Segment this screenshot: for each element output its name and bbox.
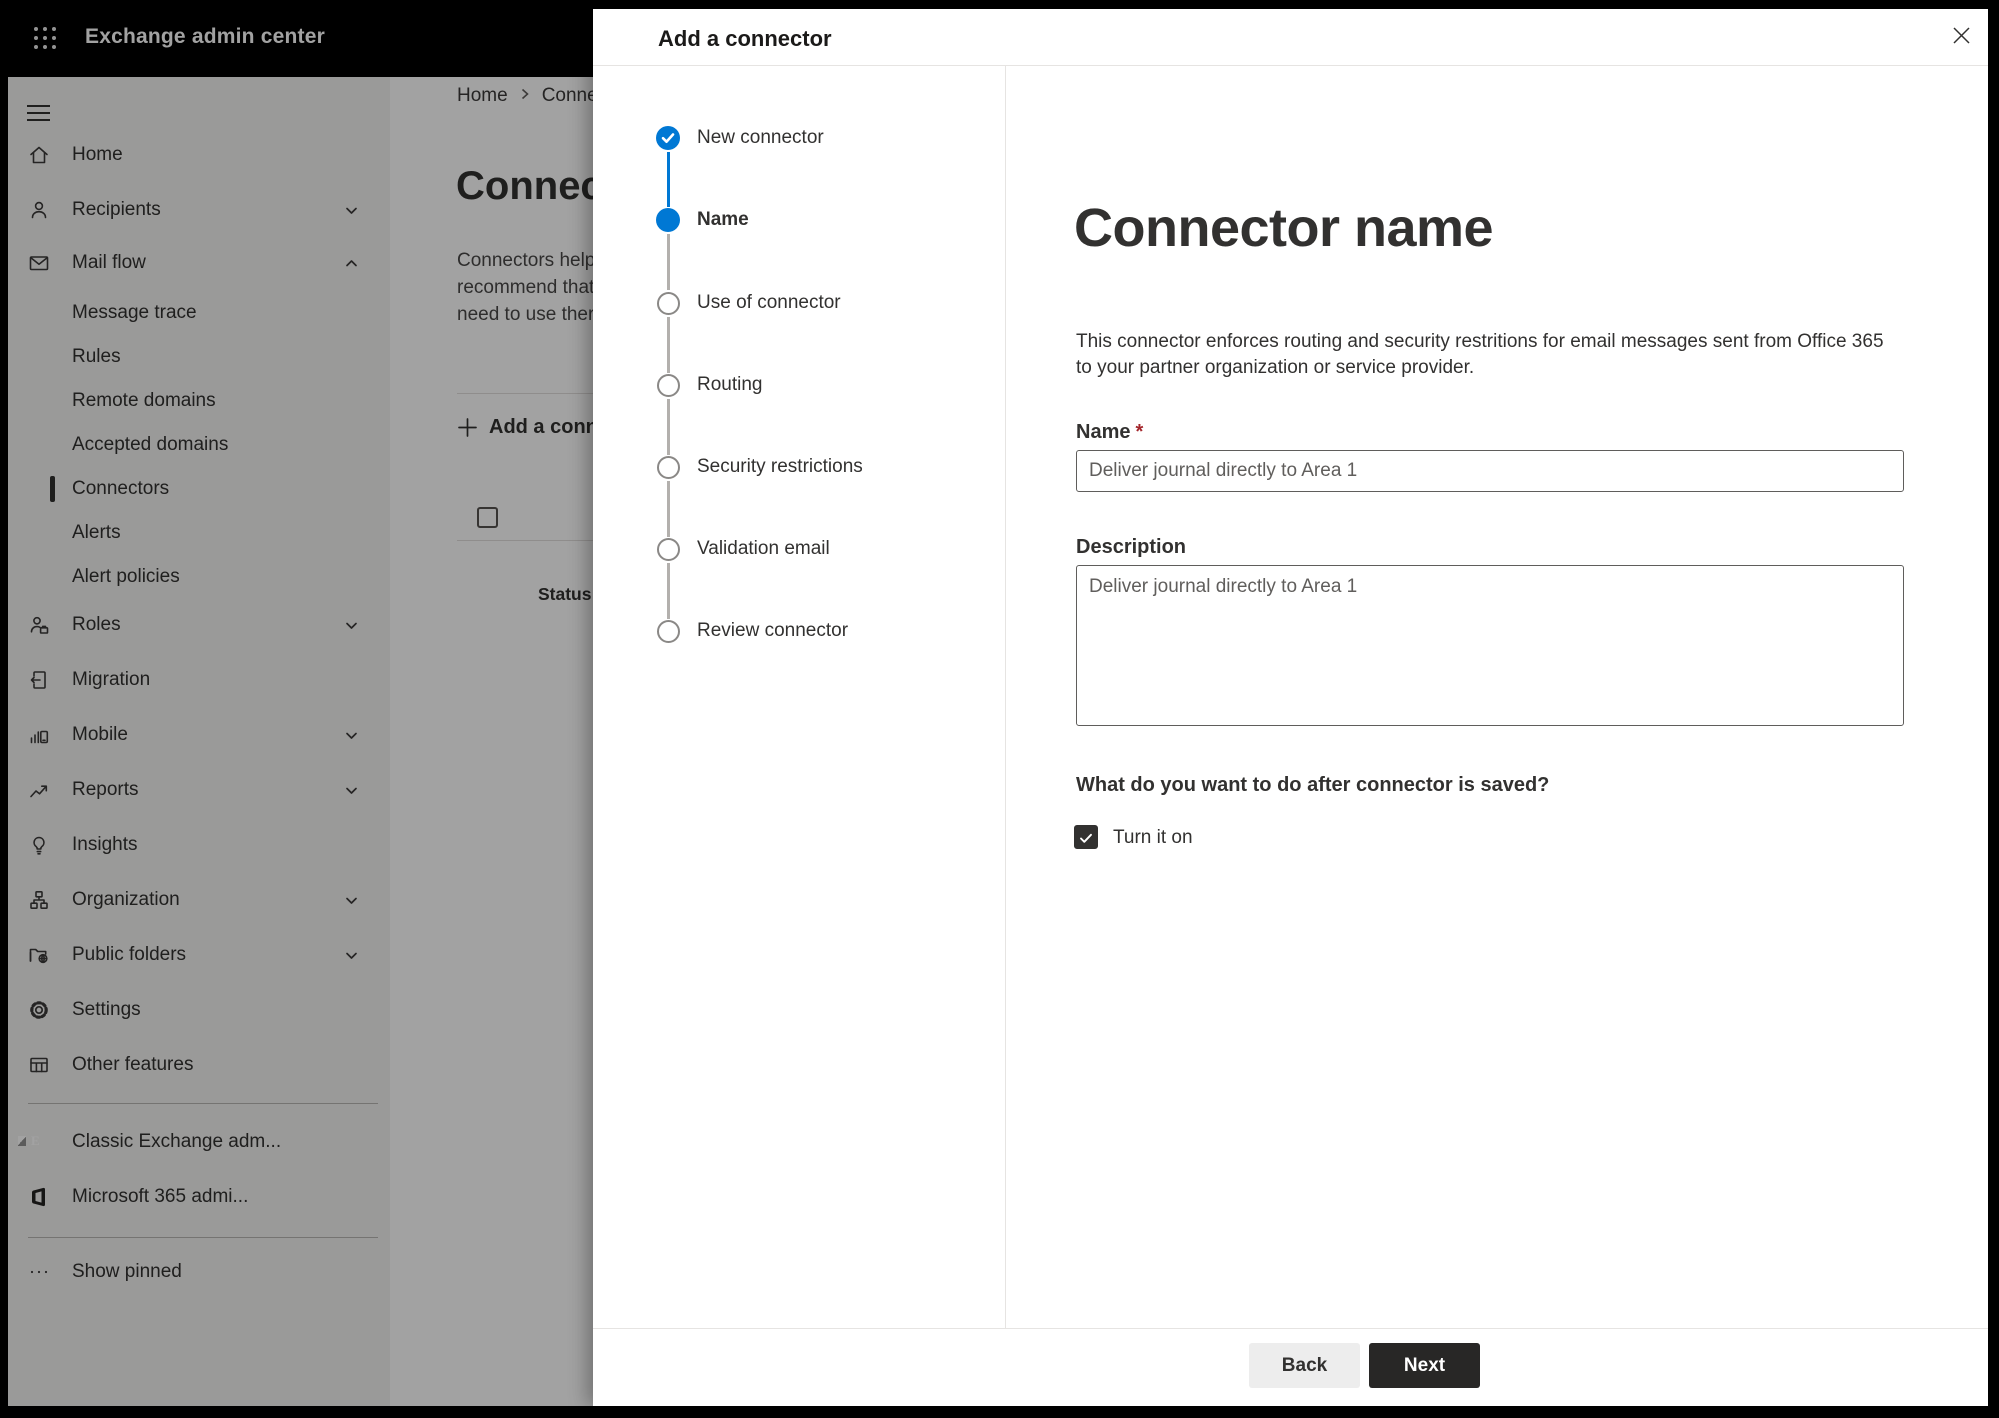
name-field-label: Name * <box>1076 421 1144 443</box>
close-icon[interactable] <box>1945 19 1977 51</box>
step-circle-upcoming <box>657 456 680 479</box>
step-connector-line <box>667 317 670 373</box>
step-connector-line <box>667 399 670 455</box>
step-security-restrictions[interactable]: Security restrictions <box>697 455 863 479</box>
step-connector-line <box>667 481 670 537</box>
step-circle-completed <box>656 126 680 150</box>
step-circle-upcoming <box>657 374 680 397</box>
back-button[interactable]: Back <box>1249 1343 1360 1388</box>
next-button[interactable]: Next <box>1369 1343 1480 1388</box>
step-validation-email[interactable]: Validation email <box>697 537 830 561</box>
step-heading: Connector name <box>1074 198 1494 258</box>
step-circle-upcoming <box>657 292 680 315</box>
step-connector-line <box>667 563 670 619</box>
dialog-header-divider <box>593 65 1988 66</box>
step-connector-line <box>667 234 670 290</box>
step-new-connector[interactable]: New connector <box>697 126 824 150</box>
wizard-content-divider <box>1005 66 1006 1328</box>
add-connector-dialog: Add a connector New connector Name Use o… <box>593 9 1988 1406</box>
step-circle-upcoming <box>657 538 680 561</box>
step-review-connector[interactable]: Review connector <box>697 619 848 643</box>
after-save-question: What do you want to do after connector i… <box>1076 774 1550 796</box>
step-circle-current <box>656 208 680 232</box>
step-description: This connector enforces routing and secu… <box>1076 331 1884 378</box>
step-routing[interactable]: Routing <box>697 373 763 397</box>
turn-it-on-label: Turn it on <box>1113 827 1193 848</box>
step-use-of-connector[interactable]: Use of connector <box>697 291 841 315</box>
checkmark-icon <box>1080 833 1092 843</box>
dialog-title: Add a connector <box>658 26 832 51</box>
step-circle-upcoming <box>657 620 680 643</box>
turn-it-on-checkbox[interactable] <box>1074 825 1098 849</box>
connector-description-textarea[interactable]: Deliver journal directly to Area 1 <box>1076 565 1904 726</box>
step-name[interactable]: Name <box>697 208 749 232</box>
connector-name-input[interactable] <box>1076 450 1904 492</box>
step-connector-line <box>667 152 670 207</box>
description-field-label: Description <box>1076 536 1187 558</box>
required-asterisk: * <box>1135 421 1144 443</box>
dialog-footer-divider <box>593 1328 1988 1329</box>
